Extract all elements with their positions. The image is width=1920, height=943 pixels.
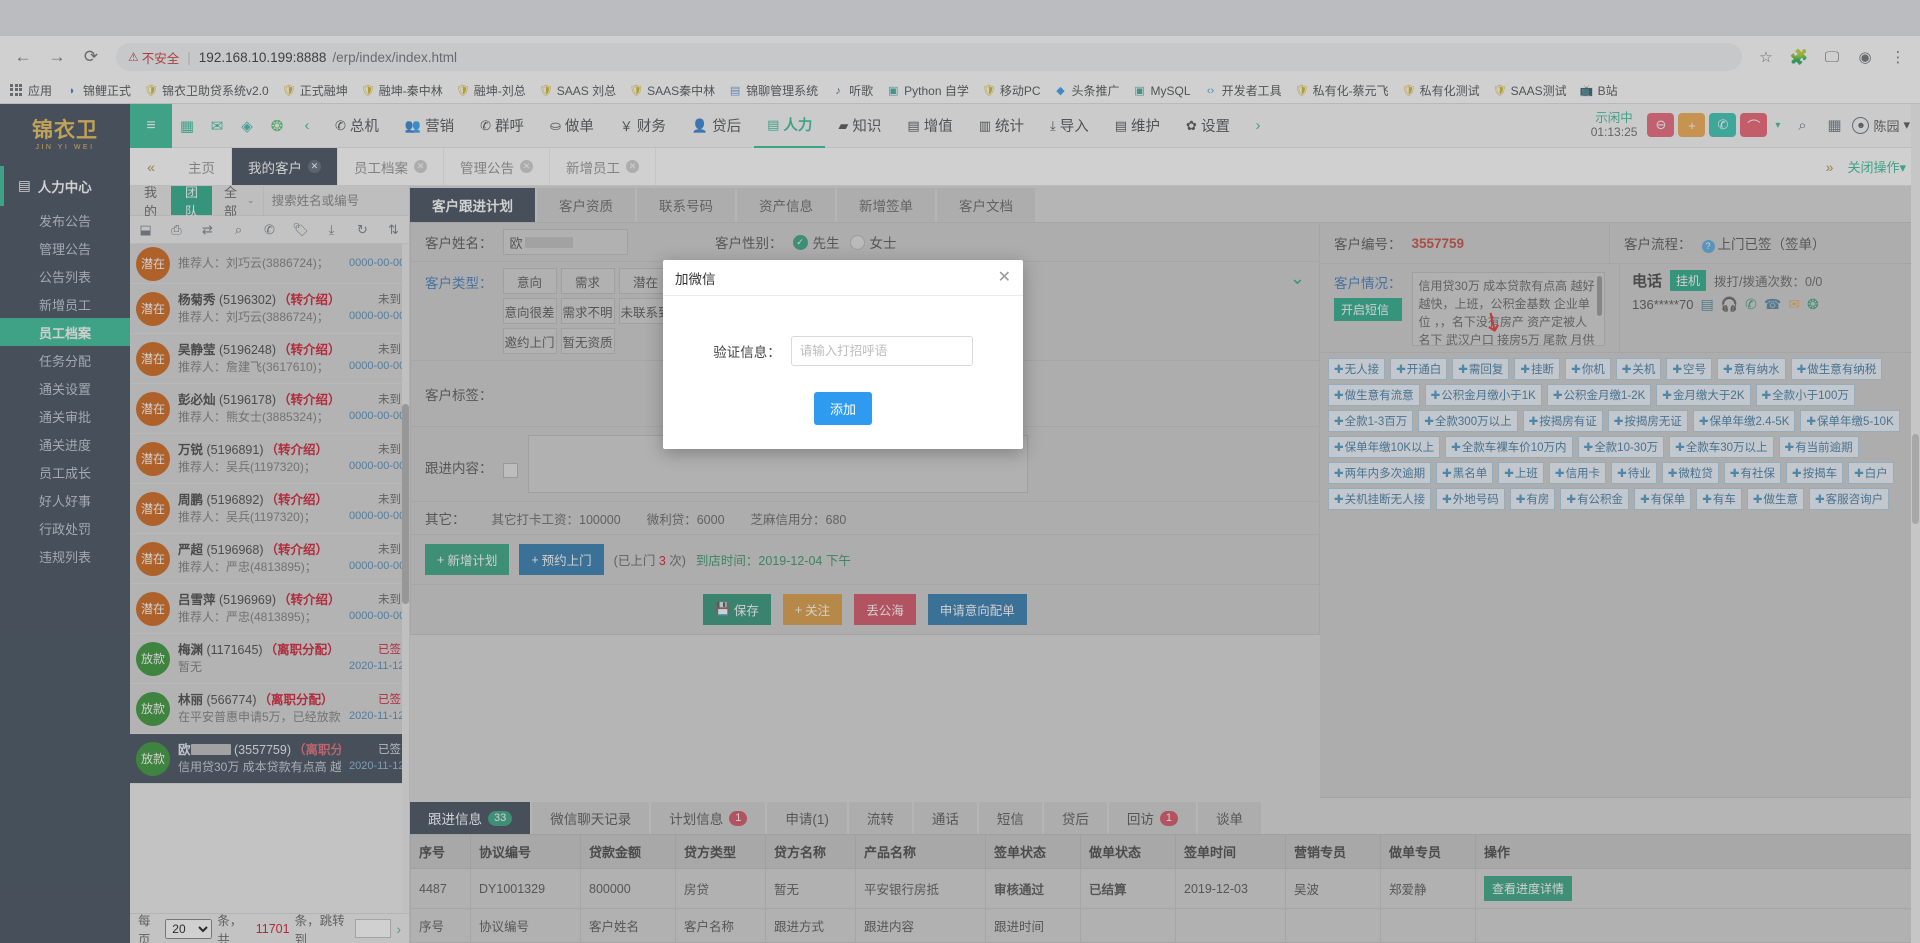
close-icon[interactable]: ✕ <box>998 269 1011 286</box>
add-button[interactable]: 添加 <box>813 392 872 425</box>
dialog-body: 验证信息： <box>663 296 1023 392</box>
modal-overlay <box>0 0 1920 943</box>
app-root: ← → ⟳ ⚠ 不安全 | 192.168.10.199:8888/erp/in… <box>0 0 1920 943</box>
dialog-title: 加微信 <box>675 271 716 287</box>
verification-label: 验证信息： <box>713 345 781 360</box>
dialog-footer: 添加 <box>663 392 1023 449</box>
verification-input[interactable] <box>790 336 973 366</box>
dialog-header: 加微信 ✕ <box>663 260 1023 296</box>
add-wechat-dialog: 加微信 ✕ 验证信息： 添加 <box>663 260 1023 449</box>
